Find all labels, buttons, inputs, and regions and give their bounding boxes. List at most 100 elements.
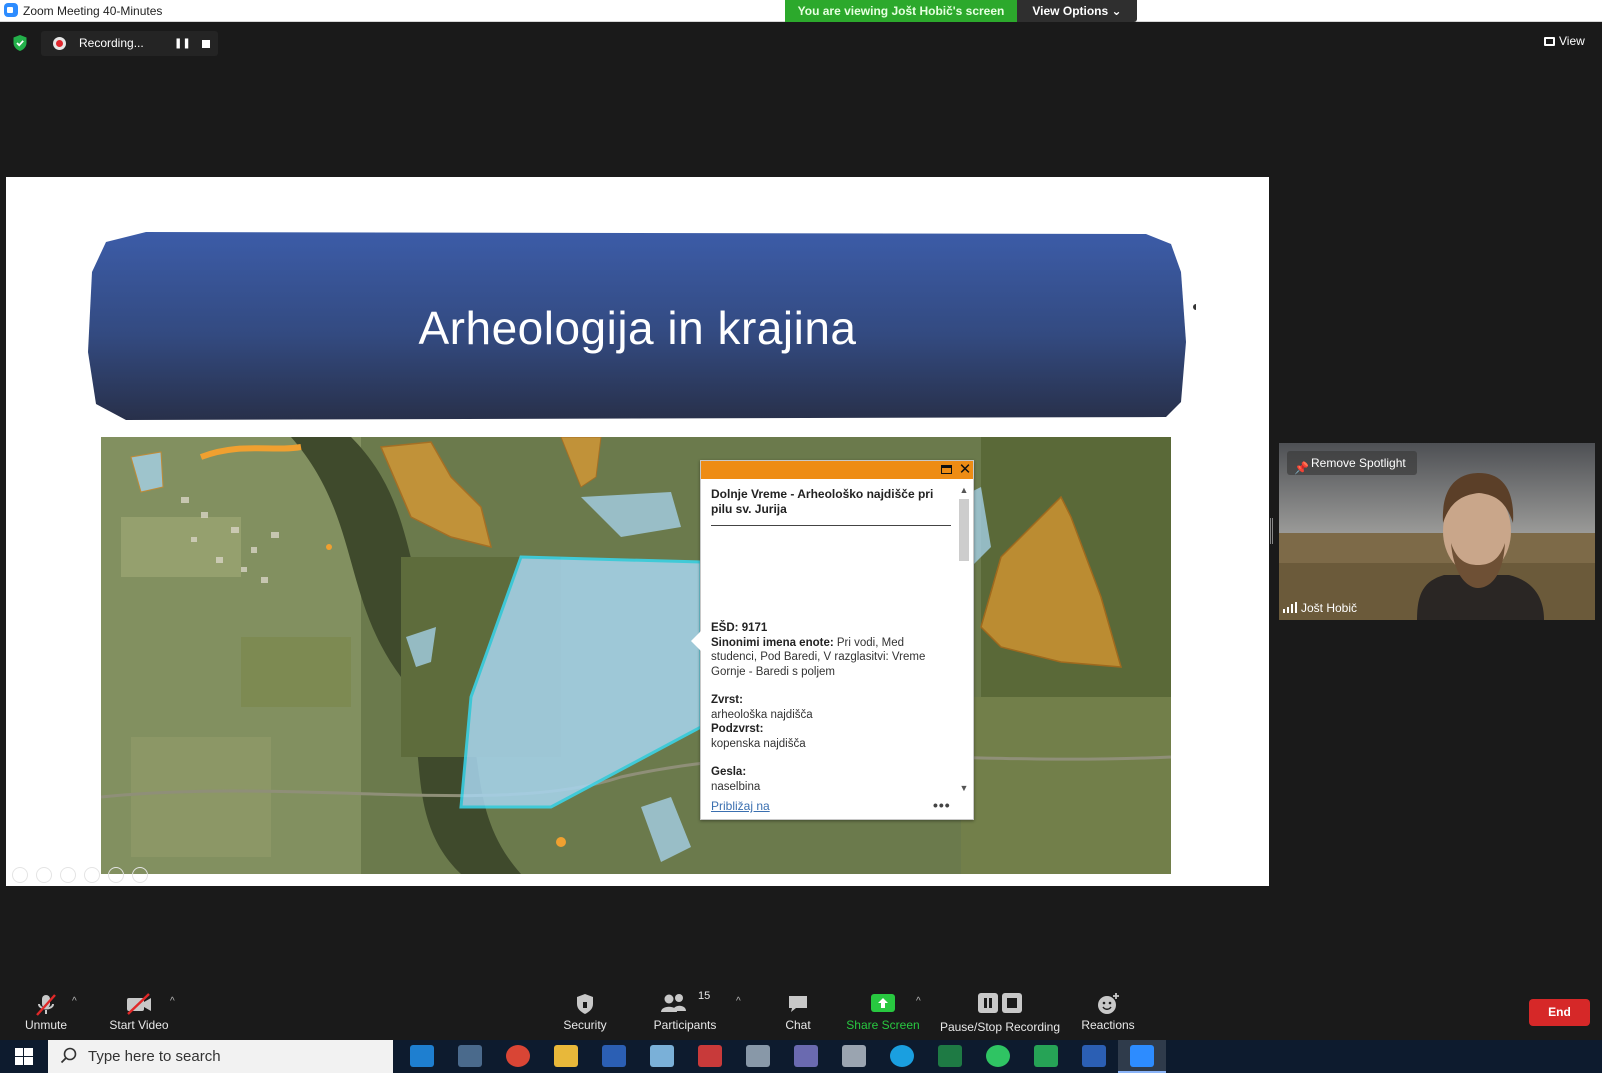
- zoom-app-icon: [4, 3, 18, 17]
- viewing-screen-banner: You are viewing Jošt Hobič's screen: [785, 0, 1017, 22]
- participants-count: 15: [698, 990, 711, 1002]
- keywords-label: Gesla:: [711, 766, 747, 778]
- meeting-toolbar: Unmute ^ Start Video ^ Security 15 Parti…: [0, 982, 1602, 1040]
- map-view[interactable]: [101, 437, 1171, 874]
- view-options-button[interactable]: View Options ⌄: [1017, 0, 1137, 22]
- next-slide-icon[interactable]: [36, 867, 52, 883]
- participant-name: Jošt Hobič: [1283, 601, 1357, 615]
- mail-icon[interactable]: [398, 1040, 446, 1073]
- file-explorer-icon[interactable]: [542, 1040, 590, 1073]
- remove-spotlight-button[interactable]: 📌 Remove Spotlight: [1287, 451, 1417, 475]
- map-info-popup: ✕ Dolnje Vreme - Arheološko najdišče pri…: [691, 460, 974, 820]
- popup-title: Dolnje Vreme - Arheološko najdišče pri p…: [711, 487, 934, 516]
- start-video-label: Start Video: [109, 1018, 169, 1032]
- grid-icon: [1544, 37, 1555, 46]
- word-icon-2[interactable]: [1070, 1040, 1118, 1073]
- share-options-chevron-icon[interactable]: ^: [916, 996, 926, 1007]
- participants-options-chevron-icon[interactable]: ^: [736, 996, 746, 1007]
- chevron-down-icon: ⌄: [1111, 4, 1122, 18]
- window-title: Zoom Meeting 40-Minutes: [23, 4, 163, 18]
- remove-spotlight-label: Remove Spotlight: [1311, 456, 1406, 470]
- audio-options-chevron-icon[interactable]: ^: [72, 996, 82, 1007]
- subtype-label: Podzvrst:: [711, 723, 764, 735]
- shared-screen: Arheologija in krajina: [6, 177, 1269, 886]
- type-label: Zvrst:: [711, 694, 743, 706]
- reactions-smiley-icon: [1098, 993, 1119, 1014]
- participant-video-tile[interactable]: 📌 Remove Spotlight Jošt Hobič: [1279, 443, 1595, 620]
- recording-label: Recording...: [79, 36, 144, 50]
- pause-recording-button[interactable]: ❚❚: [174, 36, 191, 52]
- aerial-map-image: [101, 437, 1171, 874]
- panel-splitter-handle[interactable]: [1270, 518, 1273, 544]
- esd-label: EŠD:: [711, 622, 739, 634]
- share-screen-icon: [871, 994, 895, 1012]
- popup-divider: [711, 525, 951, 526]
- chrome-icon[interactable]: [494, 1040, 542, 1073]
- slide-navigation-controls[interactable]: [12, 867, 192, 883]
- skype-icon[interactable]: [878, 1040, 926, 1073]
- more-options-icon[interactable]: [132, 867, 148, 883]
- windows-taskbar: Type here to search: [0, 1040, 1602, 1073]
- close-icon[interactable]: ✕: [957, 461, 973, 479]
- reactions-label: Reactions: [1081, 1018, 1135, 1032]
- share-screen-button[interactable]: Share Screen: [840, 982, 926, 1040]
- participants-icon: [661, 994, 686, 1012]
- synonyms-label: Sinonimi imena enote:: [711, 636, 834, 649]
- security-button[interactable]: Security: [550, 982, 620, 1040]
- document-icon[interactable]: [830, 1040, 878, 1073]
- security-shield-icon: [577, 994, 593, 1014]
- taskbar-search[interactable]: Type here to search: [48, 1040, 393, 1073]
- paint-icon[interactable]: [638, 1040, 686, 1073]
- library-icon[interactable]: [686, 1040, 734, 1073]
- stop-recording-button[interactable]: [198, 36, 214, 52]
- pen-icon[interactable]: [60, 867, 76, 883]
- slides-icon[interactable]: [84, 867, 100, 883]
- word-icon[interactable]: [590, 1040, 638, 1073]
- windows-icon[interactable]: [734, 1040, 782, 1073]
- keywords-value: naselbina: [711, 780, 761, 793]
- maximize-icon[interactable]: [941, 465, 952, 474]
- recording-indicator: Recording... ❚❚: [41, 31, 218, 56]
- zoom-slide-icon[interactable]: [108, 867, 124, 883]
- video-options-chevron-icon[interactable]: ^: [170, 996, 180, 1007]
- whatsapp-icon[interactable]: [974, 1040, 1022, 1073]
- chat-label: Chat: [785, 1018, 811, 1032]
- microphone-muted-icon: [36, 994, 56, 1016]
- sheets-icon[interactable]: [1022, 1040, 1070, 1073]
- excel-icon[interactable]: [926, 1040, 974, 1073]
- reactions-button[interactable]: Reactions: [1076, 982, 1140, 1040]
- chat-button[interactable]: Chat: [770, 982, 826, 1040]
- popup-scrollbar[interactable]: ▲ ▼: [957, 483, 971, 795]
- pause-stop-recording-button[interactable]: Pause/Stop Recording: [938, 982, 1062, 1040]
- popup-content: EŠD: 9171 Sinonimi imena enote: Pri vodi…: [711, 621, 951, 794]
- participant-name-label: Jošt Hobič: [1301, 601, 1358, 615]
- scroll-up-icon[interactable]: ▲: [957, 483, 971, 497]
- recording-dot-icon: [53, 37, 66, 50]
- scroll-down-icon[interactable]: ▼: [957, 781, 971, 795]
- popup-header: [701, 461, 973, 479]
- zoom-to-link[interactable]: Približaj na: [711, 799, 770, 813]
- pause-stop-recording-label: Pause/Stop Recording: [939, 1020, 1061, 1034]
- type-value: arheološka najdišča: [711, 708, 813, 721]
- calculator-icon[interactable]: [446, 1040, 494, 1073]
- end-meeting-button[interactable]: End: [1529, 999, 1590, 1026]
- view-button[interactable]: View: [1544, 34, 1585, 48]
- participants-label: Participants: [653, 1018, 717, 1032]
- encryption-shield-icon[interactable]: [12, 34, 28, 52]
- previous-slide-icon[interactable]: [12, 867, 28, 883]
- unmute-button[interactable]: Unmute: [12, 982, 80, 1040]
- slide-title: Arheologija in krajina: [418, 302, 857, 354]
- esd-value: 9171: [741, 622, 768, 634]
- participants-button[interactable]: 15 Participants: [642, 982, 728, 1040]
- zoom-icon[interactable]: [1118, 1040, 1166, 1073]
- windows-start-icon[interactable]: [0, 1040, 48, 1073]
- subtype-value: kopenska najdišča: [711, 737, 806, 750]
- archive-icon[interactable]: [782, 1040, 830, 1073]
- popup-pointer: [691, 631, 701, 651]
- chat-bubble-icon: [789, 996, 807, 1012]
- search-placeholder: Type here to search: [88, 1048, 221, 1065]
- more-actions-icon[interactable]: •••: [933, 797, 951, 813]
- scroll-thumb[interactable]: [959, 499, 969, 561]
- start-video-button[interactable]: Start Video: [100, 982, 178, 1040]
- pin-icon: 📌: [1294, 461, 1309, 475]
